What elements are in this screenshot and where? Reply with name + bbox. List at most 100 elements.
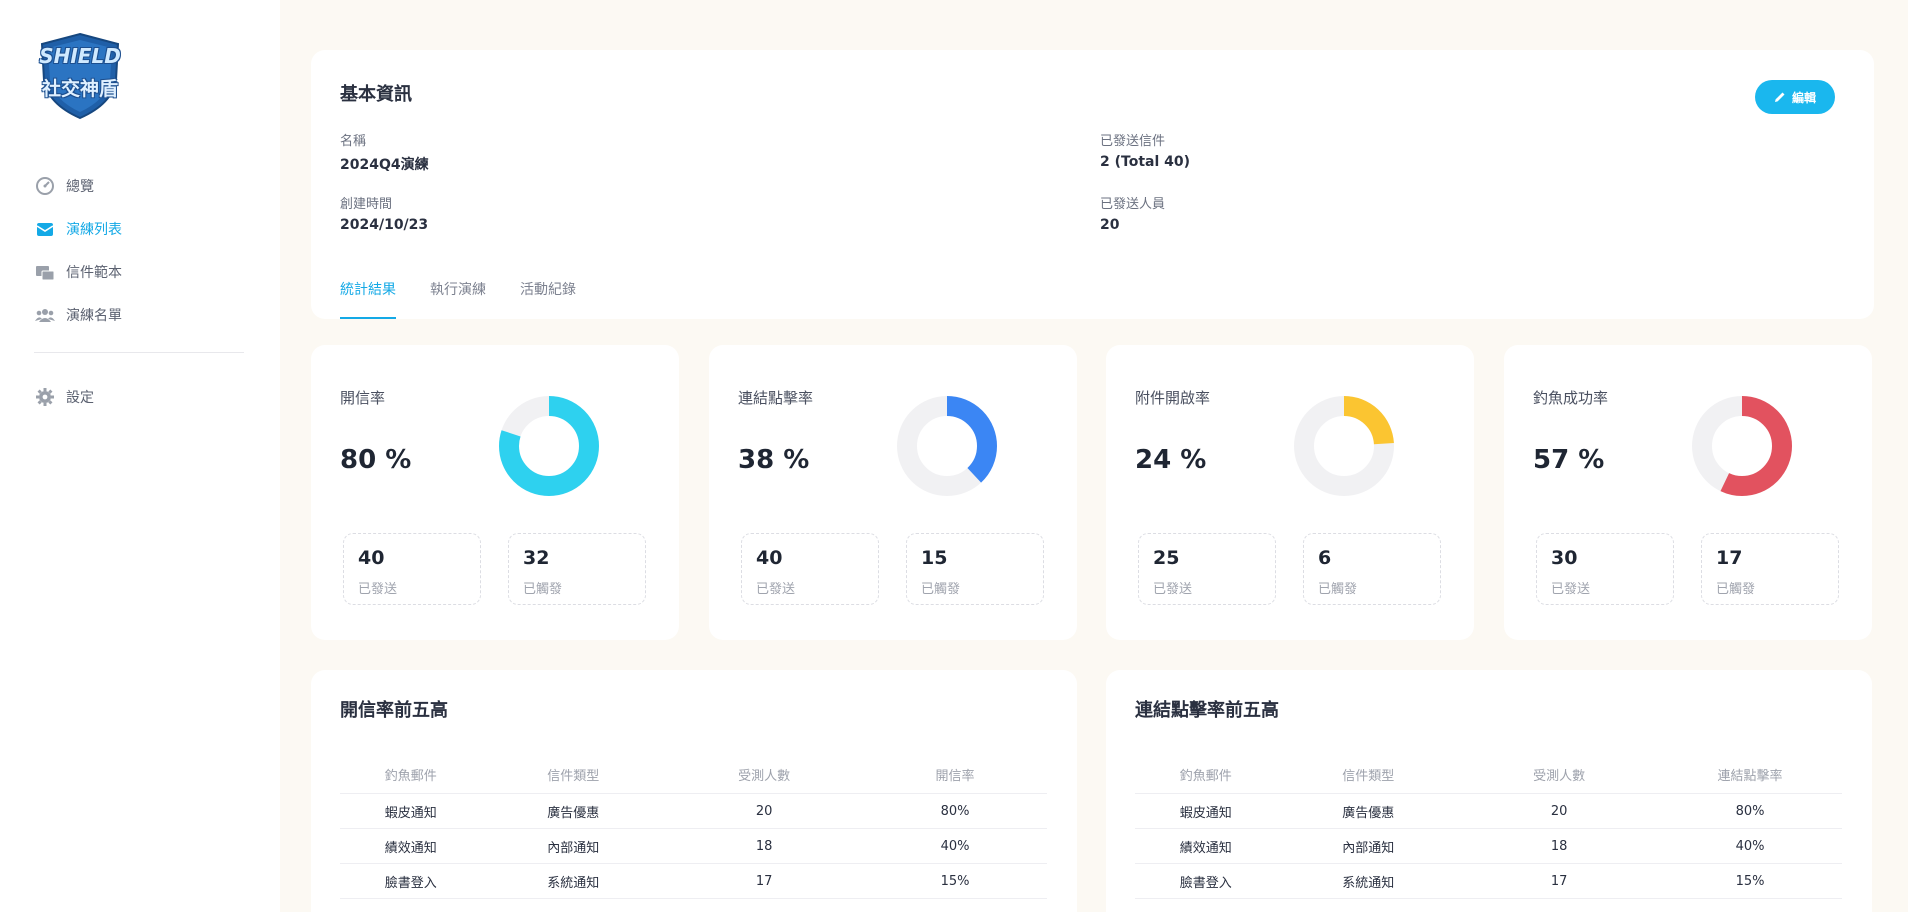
edit-button[interactable]: 編輯 bbox=[1755, 80, 1835, 114]
tab-statistics[interactable]: 統計結果 bbox=[340, 274, 396, 319]
top-open-rate-table: 釣魚郵件 信件類型 受測人數 開信率 蝦皮通知 廣告優惠 20 80% 績效通知 內部通知 18 40… bbox=[340, 756, 1047, 899]
stat-label: 釣魚成功率 bbox=[1533, 389, 1609, 407]
stat-value: 80 % bbox=[340, 445, 412, 475]
table-cell: 臉書登入 bbox=[384, 875, 437, 891]
mail-list-icon bbox=[34, 218, 56, 240]
top-link-click-rate-card: 連結點擊率前五高 釣魚郵件 信件類型 受測人數 連結點擊率 蝦皮通知 廣告優惠 20 80% 績… bbox=[1106, 670, 1872, 912]
sidebar-item-overview[interactable]: 總覽 bbox=[34, 164, 244, 207]
triggered-caption: 已觸發 bbox=[921, 582, 961, 597]
table-header-cell[interactable]: 開信率 bbox=[863, 765, 1047, 784]
table-header-cell[interactable]: 受測人數 bbox=[665, 765, 863, 784]
table-row[interactable]: 蝦皮通知 廣告優惠 20 80% bbox=[340, 794, 1047, 829]
sent-count: 40 bbox=[358, 547, 385, 569]
stat-card-open-rate: 開信率 80 % 40 已發送 32 已觸發 bbox=[311, 345, 679, 640]
table-row[interactable]: 蝦皮通知 廣告優惠 20 80% bbox=[1135, 794, 1842, 829]
sidebar-item-label: 信件範本 bbox=[66, 264, 122, 281]
phishing-success-rate-donut bbox=[1692, 396, 1792, 496]
sidebar-item-settings[interactable]: 設定 bbox=[34, 375, 244, 418]
table-cell: 績效通知 bbox=[384, 840, 437, 856]
table-cell: 18 bbox=[1550, 838, 1568, 854]
stat-label: 連結點擊率 bbox=[738, 389, 814, 407]
created-time-label: 創建時間 bbox=[340, 197, 393, 212]
triggered-count-box: 15 已觸發 bbox=[906, 533, 1044, 605]
table-cell: 內部通知 bbox=[547, 840, 600, 856]
table-cell: 系統通知 bbox=[547, 875, 600, 891]
triggered-count: 17 bbox=[1716, 547, 1743, 569]
table-row[interactable]: 績效通知 內部通知 18 40% bbox=[1135, 829, 1842, 864]
sent-people-value: 20 bbox=[1100, 217, 1120, 233]
table-cell: 20 bbox=[755, 803, 773, 819]
pencil-icon bbox=[1774, 92, 1785, 102]
created-time-value: 2024/10/23 bbox=[340, 217, 429, 233]
table-title: 連結點擊率前五高 bbox=[1135, 700, 1279, 721]
sent-count: 30 bbox=[1551, 547, 1578, 569]
sidebar-item-drill-roster[interactable]: 演練名單 bbox=[34, 293, 244, 336]
logo-subtitle: 社交神盾 bbox=[41, 78, 118, 100]
triggered-count-box: 32 已觸發 bbox=[508, 533, 646, 605]
app-logo[interactable]: SHIELD 社交神盾 bbox=[34, 30, 126, 120]
table-row[interactable]: 績效通知 內部通知 18 40% bbox=[340, 829, 1047, 864]
attachment-open-rate-donut bbox=[1294, 396, 1394, 496]
stat-value: 57 % bbox=[1533, 445, 1605, 475]
sent-count: 25 bbox=[1153, 547, 1180, 569]
table-cell: 80% bbox=[940, 803, 970, 819]
table-cell: 廣告優惠 bbox=[1342, 805, 1395, 821]
sent-caption: 已發送 bbox=[358, 582, 398, 597]
sent-mail-label: 已發送信件 bbox=[1100, 134, 1166, 149]
link-click-rate-donut bbox=[897, 396, 997, 496]
sent-count-box: 40 已發送 bbox=[741, 533, 879, 605]
table-row[interactable]: 臉書登入 系統通知 17 15% bbox=[1135, 864, 1842, 899]
table-header-cell[interactable]: 釣魚郵件 bbox=[340, 765, 481, 784]
stat-card-link-click-rate: 連結點擊率 38 % 40 已發送 15 已觸發 bbox=[709, 345, 1077, 640]
table-cell: 40% bbox=[940, 838, 970, 854]
dashboard-icon bbox=[34, 175, 56, 197]
triggered-count-box: 6 已觸發 bbox=[1303, 533, 1441, 605]
tab-activity-log[interactable]: 活動紀錄 bbox=[520, 274, 576, 319]
sent-mail-value: 2 (Total 40) bbox=[1100, 154, 1191, 170]
table-cell: 績效通知 bbox=[1179, 840, 1232, 856]
triggered-count: 15 bbox=[921, 547, 948, 569]
sidebar-divider bbox=[34, 352, 244, 353]
edit-button-label: 編輯 bbox=[1791, 90, 1816, 105]
table-header-cell[interactable]: 釣魚郵件 bbox=[1135, 765, 1276, 784]
name-label: 名稱 bbox=[340, 134, 367, 149]
sent-count-box: 40 已發送 bbox=[343, 533, 481, 605]
sidebar-settings-section: 設定 bbox=[34, 375, 244, 418]
table-cell: 蝦皮通知 bbox=[1179, 805, 1232, 821]
basic-info-card: 基本資訊 編輯 名稱 2024Q4演練 創建時間 2024/10/23 已發送信… bbox=[311, 50, 1874, 319]
table-cell: 系統通知 bbox=[1342, 875, 1395, 891]
table-cell: 內部通知 bbox=[1342, 840, 1395, 856]
table-header-cell[interactable]: 連結點擊率 bbox=[1658, 765, 1842, 784]
name-value: 2024Q4演練 bbox=[340, 157, 429, 173]
stat-card-attachment-open-rate: 附件開啟率 24 % 25 已發送 6 已觸發 bbox=[1106, 345, 1474, 640]
stat-value: 38 % bbox=[738, 445, 810, 475]
tab-run-drill[interactable]: 執行演練 bbox=[430, 274, 486, 319]
triggered-caption: 已觸發 bbox=[1318, 582, 1358, 597]
table-row[interactable]: 臉書登入 系統通知 17 15% bbox=[340, 864, 1047, 899]
mail-template-icon bbox=[34, 261, 56, 283]
sidebar-item-label: 演練列表 bbox=[66, 221, 122, 238]
sidebar-item-label: 設定 bbox=[66, 389, 94, 406]
basic-info-title: 基本資訊 bbox=[340, 84, 412, 105]
table-cell: 廣告優惠 bbox=[547, 805, 600, 821]
table-cell: 40% bbox=[1735, 838, 1765, 854]
table-header-cell[interactable]: 信件類型 bbox=[1276, 765, 1460, 784]
table-cell: 15% bbox=[1735, 873, 1765, 889]
sidebar-item-mail-templates[interactable]: 信件範本 bbox=[34, 250, 244, 293]
sidebar-nav: 總覽 演練列表 信件範本 演練名單 bbox=[34, 164, 244, 336]
sent-caption: 已發送 bbox=[756, 582, 796, 597]
users-icon bbox=[34, 304, 56, 326]
stat-card-phishing-success-rate: 釣魚成功率 57 % 30 已發送 17 已觸發 bbox=[1504, 345, 1872, 640]
table-title: 開信率前五高 bbox=[340, 700, 448, 721]
triggered-caption: 已觸發 bbox=[523, 582, 563, 597]
sent-caption: 已發送 bbox=[1153, 582, 1193, 597]
stat-label: 附件開啟率 bbox=[1135, 389, 1211, 407]
table-cell: 17 bbox=[755, 873, 773, 889]
sidebar-item-drill-list[interactable]: 演練列表 bbox=[34, 207, 244, 250]
table-header-cell[interactable]: 信件類型 bbox=[481, 765, 665, 784]
top-open-rate-card: 開信率前五高 釣魚郵件 信件類型 受測人數 開信率 蝦皮通知 廣告優惠 20 80% 績效通知 內… bbox=[311, 670, 1077, 912]
triggered-count: 32 bbox=[523, 547, 550, 569]
triggered-caption: 已觸發 bbox=[1716, 582, 1756, 597]
sent-count: 40 bbox=[756, 547, 783, 569]
table-header-cell[interactable]: 受測人數 bbox=[1460, 765, 1658, 784]
